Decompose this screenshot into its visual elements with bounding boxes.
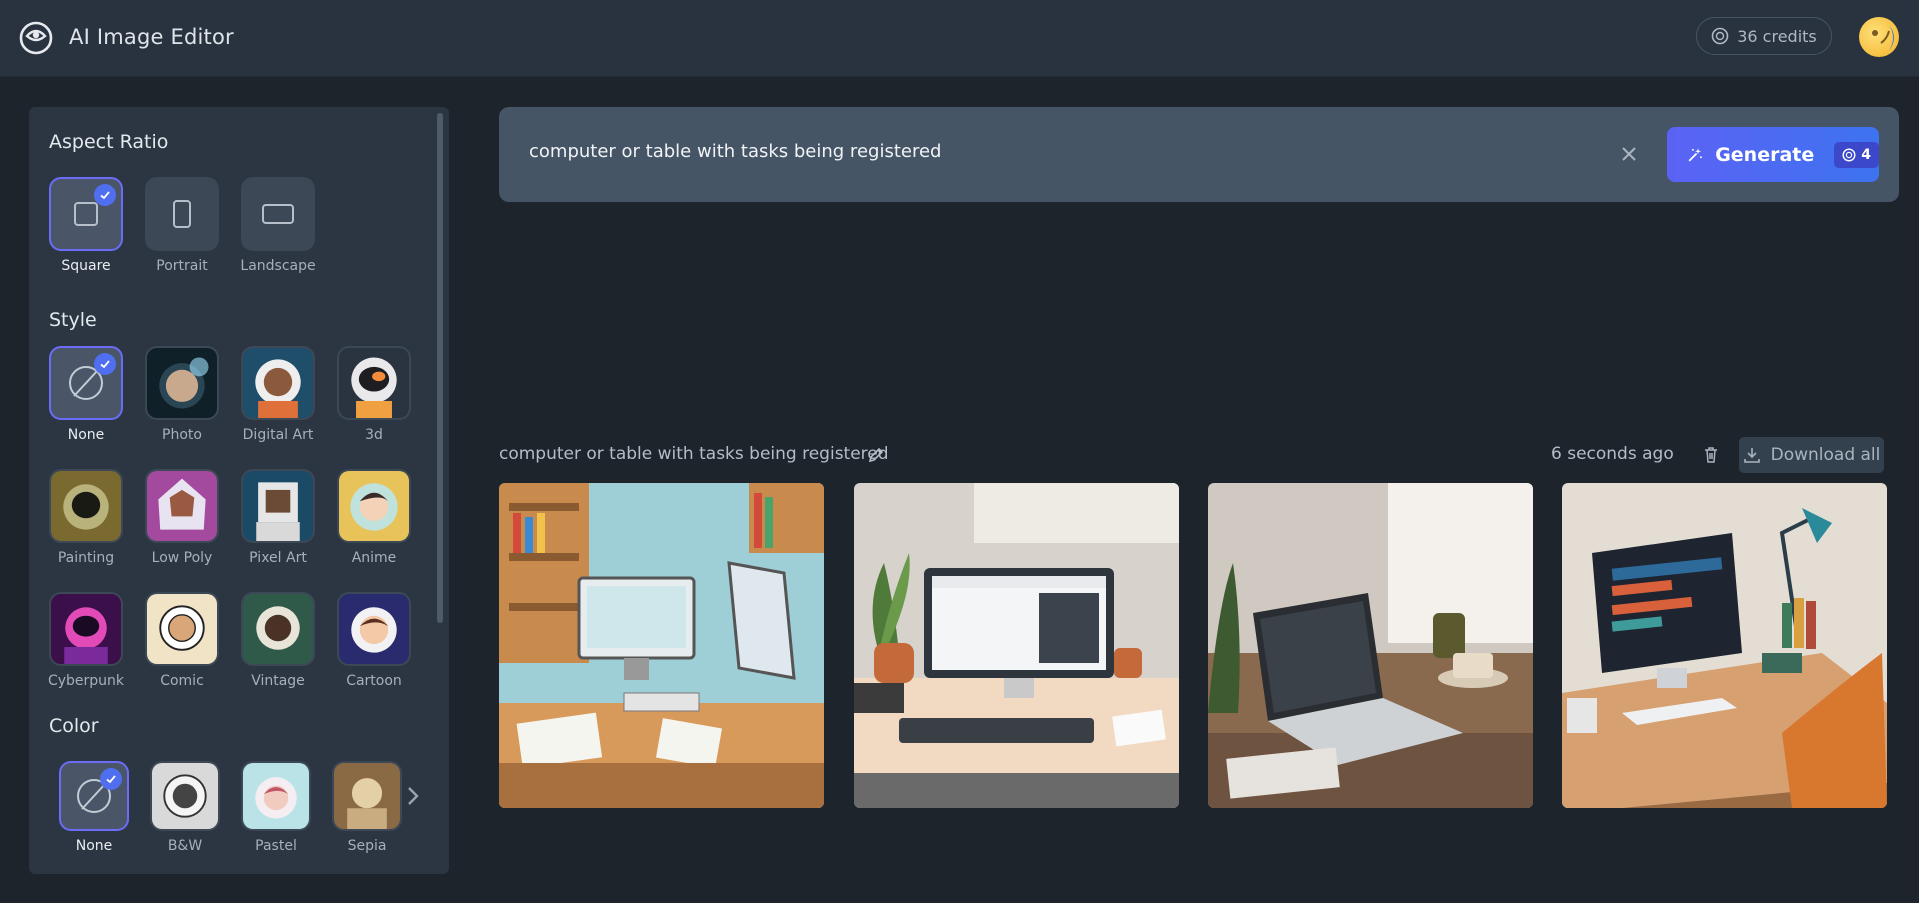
sidebar-scrollbar[interactable] <box>437 113 443 623</box>
close-icon <box>1622 147 1636 161</box>
color-bw[interactable]: B&W <box>150 761 220 854</box>
style-digital-art[interactable]: Digital Art <box>241 346 315 443</box>
avatar[interactable] <box>1859 17 1899 57</box>
prompt-input[interactable]: computer or table with tasks being regis… <box>529 141 941 162</box>
check-icon <box>100 768 122 790</box>
style-comic[interactable]: Comic <box>145 592 219 689</box>
astronaut-cartoon-thumbnail <box>339 594 409 664</box>
desk-illustration-image <box>499 483 824 808</box>
generate-cost-badge: 4 <box>1834 141 1879 168</box>
prompt-bar: computer or table with tasks being regis… <box>499 107 1899 202</box>
style-low-poly[interactable]: Low Poly <box>145 469 219 566</box>
color-title: Color <box>49 715 99 737</box>
desk-monitor-image <box>854 483 1179 808</box>
trash-icon[interactable] <box>1701 445 1721 465</box>
style-cyberpunk[interactable]: Cyberpunk <box>48 592 124 689</box>
result-image-3[interactable] <box>1208 483 1533 808</box>
aspect-label: Landscape <box>240 258 316 274</box>
result-image-1[interactable] <box>499 483 824 808</box>
clear-prompt-button[interactable] <box>1615 140 1643 168</box>
astronaut-3d-thumbnail <box>339 348 409 418</box>
style-3d[interactable]: 3d <box>337 346 411 443</box>
style-painting[interactable]: Painting <box>49 469 123 566</box>
aspect-landscape[interactable]: Landscape <box>240 177 316 274</box>
aspect-square[interactable]: Square <box>49 177 123 274</box>
magic-wand-icon <box>1688 147 1702 162</box>
color-sepia[interactable]: Sepia <box>332 761 402 854</box>
aspect-portrait[interactable]: Portrait <box>145 177 219 274</box>
desk-workstation-image <box>1562 483 1887 808</box>
style-vintage[interactable]: Vintage <box>241 592 315 689</box>
check-icon <box>94 184 116 206</box>
download-icon <box>1743 448 1760 463</box>
astronaut-cyberpunk-thumbnail <box>51 594 121 664</box>
style-pixel-art[interactable]: Pixel Art <box>241 469 315 566</box>
check-icon <box>94 353 116 375</box>
astronaut-pixel-thumbnail <box>243 471 313 541</box>
square-icon <box>74 202 98 226</box>
coin-icon <box>1842 147 1856 162</box>
astronaut-photo-thumbnail <box>147 348 217 418</box>
result-prompt-title: computer or table with tasks being regis… <box>499 444 889 464</box>
astronaut-pastel-thumbnail <box>243 763 309 829</box>
style-title: Style <box>49 309 97 331</box>
style-label: Anime <box>351 550 397 566</box>
style-cartoon[interactable]: Cartoon <box>337 592 411 689</box>
astronaut-bw-thumbnail <box>152 763 218 829</box>
astronaut-sepia-thumbnail <box>334 763 400 829</box>
color-pastel[interactable]: Pastel <box>241 761 311 854</box>
download-all-button[interactable]: Download all <box>1739 437 1884 473</box>
chevron-right-icon[interactable] <box>405 784 421 808</box>
astronaut-anime-thumbnail <box>339 471 409 541</box>
astronaut-digital-thumbnail <box>243 348 313 418</box>
result-image-2[interactable] <box>854 483 1179 808</box>
result-image-4[interactable] <box>1562 483 1887 808</box>
color-none[interactable]: None <box>59 761 129 854</box>
style-none[interactable]: None <box>49 346 123 443</box>
portrait-icon <box>173 200 191 228</box>
logo-icon[interactable] <box>18 20 54 56</box>
download-all-label: Download all <box>1770 445 1881 465</box>
style-label: 3d <box>365 427 383 443</box>
astronaut-painting-thumbnail <box>51 471 121 541</box>
generate-cost: 4 <box>1861 146 1871 163</box>
top-bar: AI Image Editor 36 credits <box>0 0 1919 77</box>
generate-button[interactable]: Generate 4 <box>1667 127 1879 182</box>
credits-badge[interactable]: 36 credits <box>1696 17 1832 55</box>
color-label: Sepia <box>347 838 387 854</box>
generate-label: Generate <box>1715 143 1815 166</box>
result-timestamp: 6 seconds ago <box>1551 444 1674 464</box>
astronaut-vintage-thumbnail <box>243 594 313 664</box>
laptop-desk-image <box>1208 483 1533 808</box>
credits-label: 36 credits <box>1737 26 1817 46</box>
coin-icon <box>1711 27 1729 45</box>
style-label: Cartoon <box>346 673 402 689</box>
style-anime[interactable]: Anime <box>337 469 411 566</box>
pencil-icon[interactable] <box>866 445 886 465</box>
landscape-icon <box>262 204 294 224</box>
app-title: AI Image Editor <box>69 25 234 49</box>
astronaut-lowpoly-thumbnail <box>147 471 217 541</box>
style-photo[interactable]: Photo <box>145 346 219 443</box>
aspect-ratio-title: Aspect Ratio <box>49 131 169 153</box>
astronaut-comic-thumbnail <box>147 594 217 664</box>
